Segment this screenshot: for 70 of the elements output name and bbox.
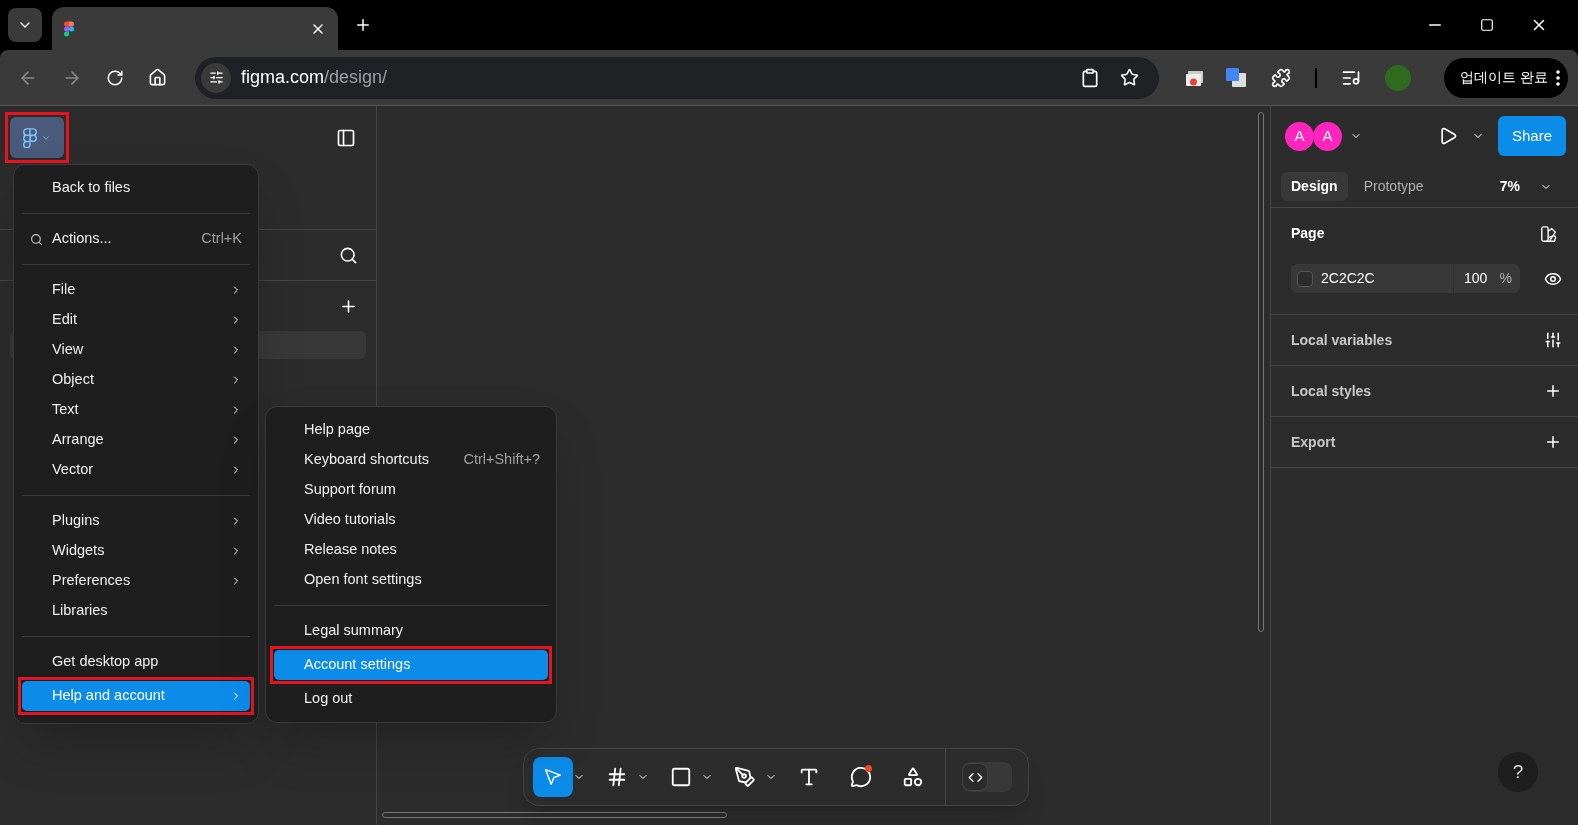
cursor-icon (542, 766, 564, 788)
url-text: figma.com/design/ (241, 66, 388, 89)
home-icon[interactable] (148, 68, 167, 87)
help-button[interactable]: ? (1498, 752, 1538, 792)
menu-item[interactable]: Back to files (22, 173, 250, 203)
menu-item[interactable]: Get desktop app (22, 647, 250, 677)
menu-item[interactable]: Support forum (274, 475, 548, 505)
panel-tab[interactable]: Prototype (1353, 172, 1434, 201)
maximize-icon[interactable] (1480, 18, 1494, 32)
figma-logo-icon (64, 20, 74, 37)
section-title: Local variables (1291, 330, 1393, 350)
menu-item[interactable]: File (22, 275, 250, 305)
translate-icon[interactable] (1225, 66, 1247, 89)
menu-item[interactable]: Vector (22, 455, 250, 485)
menu-item[interactable]: Legal summary (274, 616, 548, 646)
zoom-level[interactable]: 7% (1499, 176, 1520, 197)
update-button[interactable]: 업데이트 완료 (1444, 57, 1568, 98)
tool-button[interactable] (533, 757, 585, 797)
menu-item[interactable]: Video tutorials (274, 505, 548, 535)
site-settings-icon[interactable] (201, 62, 231, 93)
search-icon[interactable] (339, 245, 358, 265)
menu-item[interactable]: Help and account (22, 681, 250, 711)
rectangle-icon (670, 766, 692, 788)
menu-item[interactable]: Open font settings (274, 565, 548, 595)
address-bar[interactable]: figma.com/design/ (195, 56, 1159, 99)
color-swatch[interactable] (1297, 270, 1313, 287)
menu-item[interactable]: Release notes (274, 535, 548, 565)
menu-item[interactable]: Libraries (22, 596, 250, 626)
figma-logo-icon (23, 127, 37, 148)
menu-item[interactable]: Log out (274, 684, 548, 714)
menu-item[interactable]: Actions... Ctrl+K (22, 224, 250, 254)
menu-item[interactable]: View (22, 335, 250, 365)
menu-item[interactable]: Edit (22, 305, 250, 335)
tab-list-button[interactable] (8, 8, 42, 42)
dev-mode-toggle[interactable] (962, 762, 1012, 792)
present-icon[interactable] (1438, 126, 1458, 146)
new-tab-icon[interactable] (354, 16, 372, 34)
menu-item[interactable]: Account settings (274, 650, 548, 680)
add-icon[interactable] (1544, 382, 1562, 400)
extensions-icon[interactable] (1271, 67, 1291, 88)
reload-icon[interactable] (106, 68, 124, 87)
panel-tab[interactable]: Design (1281, 172, 1348, 201)
clipboard-icon[interactable] (1080, 67, 1100, 88)
comment-icon (850, 766, 872, 788)
bookmark-icon[interactable] (1120, 68, 1139, 87)
section-title: Export (1291, 432, 1336, 452)
menu-item[interactable]: Keyboard shortcuts Ctrl+Shift+? (274, 445, 548, 475)
frame-icon (606, 766, 628, 788)
panel-toggle-icon[interactable] (336, 128, 356, 148)
search-icon (30, 232, 43, 246)
scrollbar[interactable] (1258, 112, 1264, 632)
shapes-icon (902, 766, 924, 788)
section-title: Page (1291, 224, 1325, 243)
swatch-book-icon[interactable] (1540, 224, 1558, 243)
menu-item[interactable]: Help page (274, 415, 548, 445)
menu-item[interactable]: Plugins (22, 506, 250, 536)
pen-icon (734, 766, 756, 788)
menu-item[interactable]: Arrange (22, 425, 250, 455)
text-icon (798, 766, 820, 788)
menu-item[interactable]: Text (22, 395, 250, 425)
section-title: Local styles (1291, 381, 1372, 401)
menu-item[interactable]: Widgets (22, 536, 250, 566)
sliders-icon[interactable] (1544, 331, 1562, 349)
share-button[interactable]: Share (1498, 116, 1566, 156)
fill-field[interactable]: 2C2C2C 100 % (1291, 264, 1520, 293)
more-icon (1556, 69, 1560, 86)
add-icon[interactable] (1544, 433, 1562, 451)
scrollbar[interactable] (382, 812, 727, 818)
menu-item[interactable]: Preferences (22, 566, 250, 596)
menu-item[interactable]: Object (22, 365, 250, 395)
